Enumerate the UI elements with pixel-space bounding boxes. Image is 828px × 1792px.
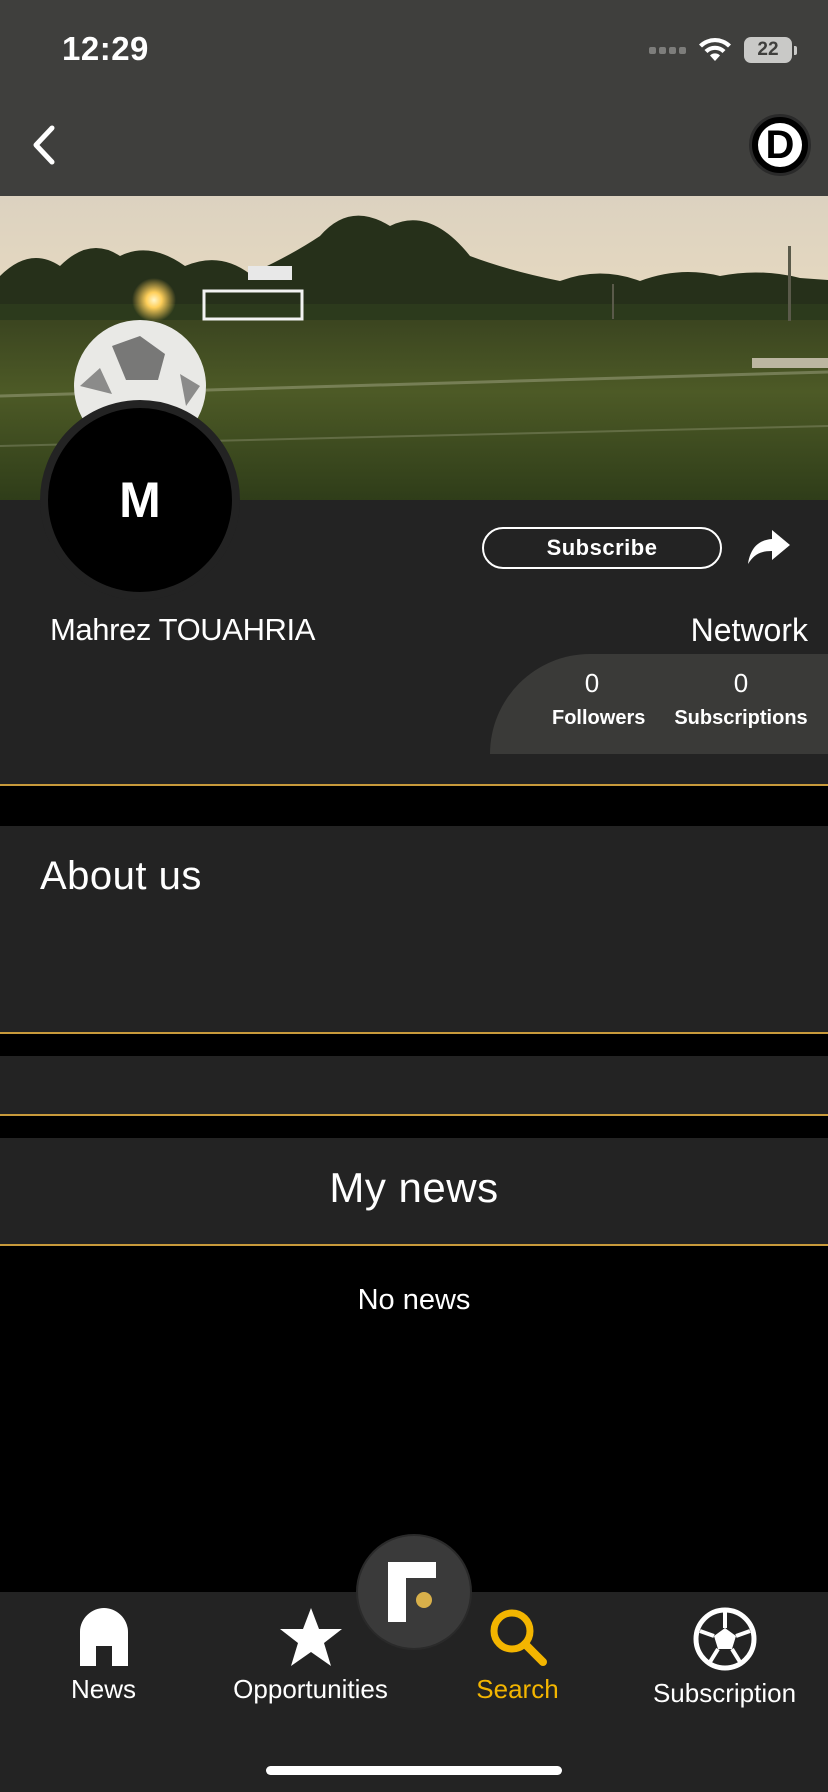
status-indicators: 22 — [649, 34, 797, 66]
home-indicator — [266, 1766, 562, 1775]
home-icon — [79, 1608, 128, 1666]
divider — [0, 1032, 828, 1034]
battery-indicator: 22 — [744, 37, 797, 63]
subscriptions-count: 0 — [733, 668, 749, 698]
followers-stat[interactable]: 0 Followers — [552, 668, 646, 730]
profile-name: Mahrez TOUAHRIA — [50, 612, 316, 647]
divider — [0, 784, 828, 786]
avatar: M — [40, 400, 240, 600]
tab-label: News — [70, 1674, 136, 1704]
divider — [0, 1114, 828, 1116]
app-brand-icon — [388, 1562, 436, 1622]
tab-label: Opportunities — [233, 1674, 388, 1704]
share-button[interactable] — [746, 524, 792, 570]
tab-label: Subscription — [652, 1678, 797, 1708]
subscribe-button[interactable]: Subscribe — [482, 527, 722, 569]
followers-count: 0 — [584, 668, 600, 698]
network-stats: 0 Followers 0 Subscriptions — [490, 654, 828, 754]
app-header: 12:29 22 D — [0, 0, 828, 196]
news-header: My news — [0, 1138, 828, 1244]
share-icon — [748, 530, 790, 564]
search-icon — [490, 1609, 547, 1666]
star-icon — [279, 1608, 342, 1666]
followers-label: Followers — [552, 707, 646, 729]
subscriptions-stat[interactable]: 0 Subscriptions — [668, 668, 814, 730]
network-label: Network — [690, 612, 808, 648]
tab-news[interactable]: News — [0, 1606, 207, 1705]
back-button[interactable] — [22, 118, 68, 172]
divider — [0, 1244, 828, 1246]
about-title: About us — [40, 854, 202, 898]
logo-letter: D — [758, 123, 802, 167]
wifi-icon — [699, 38, 731, 61]
cellular-signal-icon — [649, 46, 686, 54]
tab-subscription[interactable]: Subscription — [621, 1606, 828, 1709]
news-title: My news — [329, 1164, 499, 1211]
center-action-button[interactable] — [358, 1536, 470, 1648]
app-logo-button[interactable]: D — [749, 114, 811, 176]
soccer-ball-icon — [693, 1607, 756, 1671]
empty-news-text: No news — [357, 1284, 471, 1316]
subscriptions-label: Subscriptions — [674, 707, 808, 729]
tab-label: Search — [476, 1674, 559, 1704]
chevron-left-icon — [33, 125, 55, 165]
status-time: 12:29 — [62, 30, 149, 67]
about-section: About us — [0, 826, 828, 1032]
empty-section — [0, 1056, 828, 1114]
